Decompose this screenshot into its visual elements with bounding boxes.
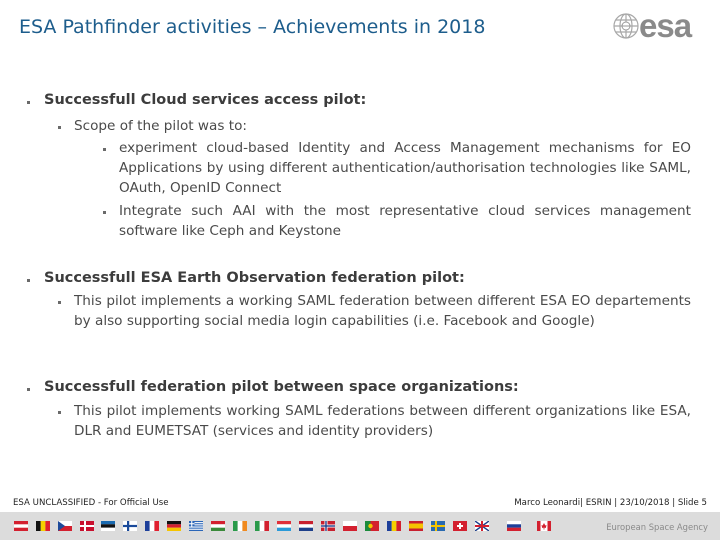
bullet-icon bbox=[103, 211, 106, 214]
bullet-icon bbox=[58, 301, 61, 304]
list-item: This pilot implements a working SAML fed… bbox=[74, 293, 691, 329]
esa-wordmark: esa bbox=[639, 7, 692, 44]
flag-romania-icon bbox=[387, 521, 401, 531]
flag-italy-icon bbox=[255, 521, 269, 531]
bullet-icon bbox=[27, 279, 30, 282]
classification-label: ESA UNCLASSIFIED - For Official Use bbox=[13, 498, 169, 508]
slide-title: ESA Pathfinder activities – Achievements… bbox=[19, 16, 486, 38]
slide-info: Marco Leonardi| ESRIN | 23/10/2018 | Sli… bbox=[514, 498, 707, 508]
flag-denmark-icon bbox=[80, 521, 94, 531]
member-states-flag-bar: European Space Agency bbox=[0, 512, 720, 540]
flag-germany-icon bbox=[167, 521, 181, 531]
flag-spain-icon bbox=[409, 521, 423, 531]
list-item: Scope of the pilot was to: bbox=[74, 118, 248, 134]
bullet-icon bbox=[27, 388, 30, 391]
esa-globe-icon bbox=[613, 13, 639, 39]
flag-finland-icon bbox=[123, 521, 137, 531]
flag-canada-icon bbox=[537, 521, 551, 531]
agency-name: European Space Agency bbox=[606, 522, 708, 532]
bullet-icon bbox=[27, 101, 30, 104]
list-subitem: Integrate such AAI with the most represe… bbox=[119, 203, 691, 239]
flag-norway-icon bbox=[321, 521, 335, 531]
flag-hungary-icon bbox=[211, 521, 225, 531]
flag-slovenia-icon bbox=[507, 521, 521, 531]
section-heading: Successfull Cloud services access pilot: bbox=[44, 92, 367, 108]
section-heading: Successfull federation pilot between spa… bbox=[44, 379, 519, 395]
flag-estonia-icon bbox=[101, 521, 115, 531]
flag-portugal-icon bbox=[365, 521, 379, 531]
flag-switzerland-icon bbox=[453, 521, 467, 531]
flag-poland-icon bbox=[343, 521, 357, 531]
bullet-icon bbox=[103, 148, 106, 151]
flag-netherlands-icon bbox=[299, 521, 313, 531]
flag-austria-icon bbox=[14, 521, 28, 531]
bullet-icon bbox=[58, 126, 61, 129]
flag-united-kingdom-icon bbox=[475, 521, 489, 531]
flag-czech-republic-icon bbox=[58, 521, 72, 531]
list-item: This pilot implements working SAML feder… bbox=[74, 403, 691, 439]
flag-luxembourg-icon bbox=[277, 521, 291, 531]
flag-greece-icon bbox=[189, 521, 203, 531]
flag-belgium-icon bbox=[36, 521, 50, 531]
bullet-icon bbox=[58, 411, 61, 414]
section-heading: Successfull ESA Earth Observation federa… bbox=[44, 270, 465, 286]
flag-ireland-icon bbox=[233, 521, 247, 531]
esa-logo: esa bbox=[612, 7, 712, 44]
flag-france-icon bbox=[145, 521, 159, 531]
flag-sweden-icon bbox=[431, 521, 445, 531]
list-subitem: experiment cloud-based Identity and Acce… bbox=[119, 140, 691, 196]
